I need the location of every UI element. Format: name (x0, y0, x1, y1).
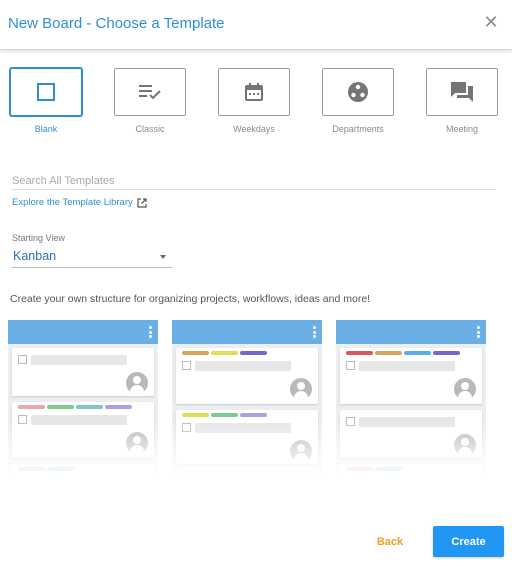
template-weekdays-label: Weekdays (233, 124, 275, 134)
checkbox-icon (182, 423, 191, 432)
avatar (454, 434, 476, 456)
starting-view-value: Kanban (13, 249, 57, 263)
preview-card (12, 348, 154, 396)
avatar (290, 378, 312, 400)
avatar (454, 378, 476, 400)
starting-view-select[interactable]: Kanban (12, 248, 172, 268)
avatar (126, 372, 148, 394)
checkbox-icon (346, 361, 355, 370)
preview-column-header (336, 320, 486, 344)
search-templates-input[interactable] (12, 172, 496, 190)
preview-card (340, 348, 482, 404)
template-blank[interactable]: Blank (10, 68, 82, 134)
preview-card (340, 410, 482, 458)
departments-icon (348, 82, 368, 102)
preview-card (340, 464, 482, 480)
dialog-header: New Board - Choose a Template ✕ (0, 0, 512, 50)
back-button[interactable]: Back (370, 527, 410, 557)
template-blank-label: Blank (34, 124, 58, 134)
checkbox-icon (182, 361, 191, 370)
checkbox-icon (346, 417, 355, 426)
preview-card (176, 348, 318, 404)
template-departments[interactable]: Departments (322, 68, 394, 134)
template-meeting[interactable]: Meeting (426, 68, 498, 134)
tag-strip (182, 413, 267, 417)
chevron-down-icon (160, 255, 166, 259)
template-weekdays-card[interactable] (218, 68, 290, 116)
tag-strip (346, 467, 402, 471)
preview-column-header (172, 320, 322, 344)
placeholder-bar (195, 423, 291, 433)
template-description: Create your own structure for organizing… (10, 293, 371, 305)
more-vert-icon (149, 326, 152, 340)
placeholder-bar (31, 415, 127, 425)
placeholder-bar (31, 355, 127, 365)
tag-strip (346, 351, 460, 355)
dialog-title: New Board - Choose a Template (8, 15, 225, 32)
preview-column (172, 320, 322, 480)
square-icon (37, 83, 55, 101)
template-blank-card[interactable] (10, 68, 82, 116)
avatar (126, 432, 148, 454)
external-link-icon (137, 197, 147, 208)
template-classic-card[interactable] (114, 68, 186, 116)
checkbox-icon (18, 415, 27, 424)
preview-column (8, 320, 158, 480)
more-vert-icon (313, 326, 316, 340)
calendar-icon (245, 83, 263, 101)
template-departments-label: Departments (332, 124, 384, 134)
placeholder-bar (195, 361, 291, 371)
tag-strip (18, 467, 74, 471)
tag-strip (182, 351, 267, 355)
checkbox-icon (18, 355, 27, 364)
template-departments-card[interactable] (322, 68, 394, 116)
avatar (290, 440, 312, 462)
explore-link-label: Explore the Template Library (12, 197, 133, 208)
template-meeting-label: Meeting (445, 124, 479, 134)
template-meeting-card[interactable] (426, 68, 498, 116)
placeholder-bar (359, 361, 455, 371)
checklist-icon (139, 85, 161, 100)
close-icon[interactable]: ✕ (483, 13, 499, 31)
template-classic[interactable]: Classic (114, 68, 186, 134)
template-classic-label: Classic (135, 124, 165, 134)
preview-card (12, 464, 154, 480)
placeholder-bar (359, 417, 455, 427)
create-button[interactable]: Create (433, 526, 504, 557)
board-preview (8, 320, 496, 480)
preview-card (176, 410, 318, 464)
preview-column (336, 320, 486, 480)
template-weekdays[interactable]: Weekdays (218, 68, 290, 134)
tag-strip (18, 405, 132, 409)
more-vert-icon (477, 326, 480, 340)
preview-column-header (8, 320, 158, 344)
explore-template-library-link[interactable]: Explore the Template Library (12, 197, 147, 208)
starting-view-label: Starting View (12, 233, 65, 243)
preview-card (12, 402, 154, 458)
chat-icon (451, 82, 473, 102)
